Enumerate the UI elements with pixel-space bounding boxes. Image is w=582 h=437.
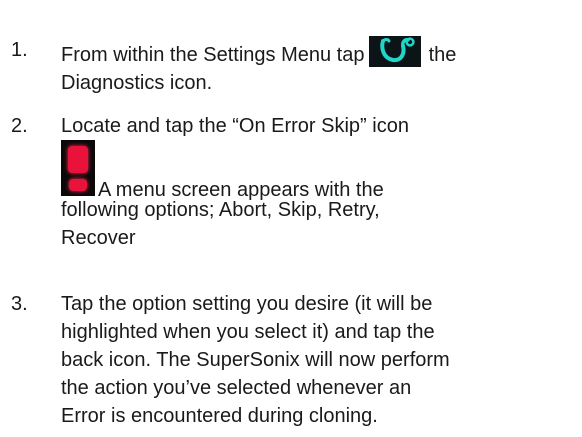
step-line: the action you’ve selected whenever an bbox=[61, 377, 412, 399]
step-number: 1. bbox=[11, 39, 28, 61]
step-number: 2. bbox=[11, 115, 28, 137]
step-line: Recover bbox=[61, 227, 136, 249]
step-line: highlighted when you select it) and tap … bbox=[61, 321, 435, 343]
step-line: Tap the option setting you desire (it wi… bbox=[61, 293, 433, 315]
step-1: 1. From within the Settings Menu tap the… bbox=[0, 36, 582, 96]
step-line: following options; Abort, Skip, Retry, bbox=[61, 199, 380, 221]
step-3: 3. Tap the option setting you desire (it… bbox=[0, 290, 582, 435]
step-text: From within the Settings Menu tap the Di… bbox=[61, 36, 576, 97]
step-line: From within the Settings Menu tap the bbox=[61, 36, 576, 69]
step-line: Locate and tap the “On Error Skip” icon bbox=[61, 115, 409, 137]
step-text-segment: From within the Settings Menu tap bbox=[61, 44, 365, 66]
step-text-segment: the bbox=[428, 44, 457, 66]
step-number: 3. bbox=[11, 293, 28, 315]
step-line: Diagnostics icon. bbox=[61, 72, 213, 94]
step-2: 2. Locate and tap the “On Error Skip” ic… bbox=[0, 112, 582, 282]
instructions-page: 1. From within the Settings Menu tap the… bbox=[0, 0, 582, 437]
exclamation-icon bbox=[61, 140, 95, 196]
step-line: back icon. The SuperSonix will now perfo… bbox=[61, 349, 450, 371]
step-line: A menu screen appears with the bbox=[61, 140, 576, 201]
step-text: Locate and tap the “On Error Skip” icon … bbox=[61, 112, 576, 252]
stethoscope-icon bbox=[369, 36, 422, 67]
step-line: Error is encountered during cloning. bbox=[61, 405, 378, 427]
step-text: Tap the option setting you desire (it wi… bbox=[61, 290, 576, 430]
